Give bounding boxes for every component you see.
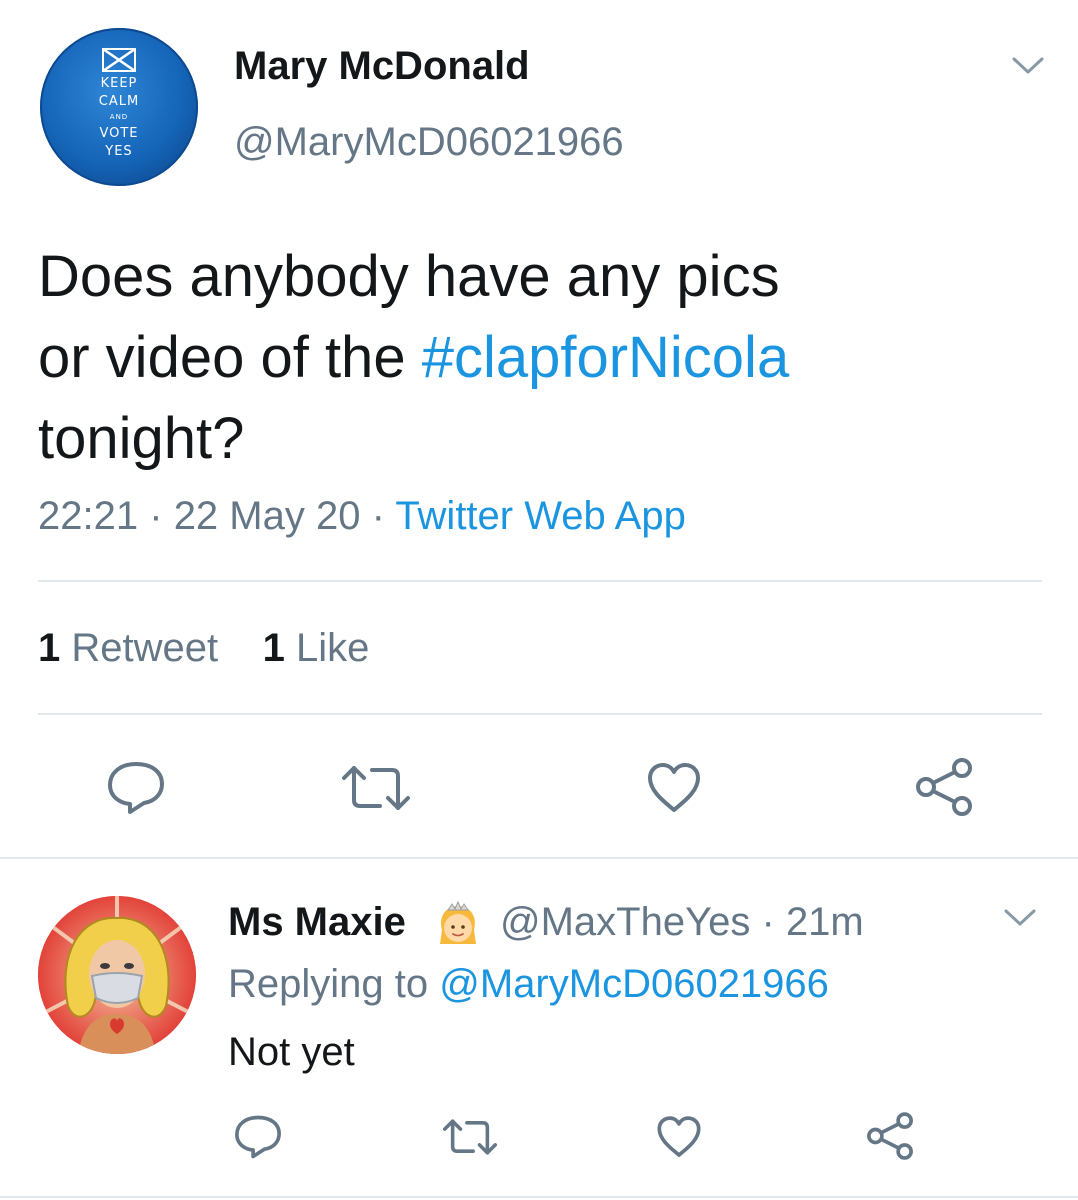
reply-icon[interactable] bbox=[232, 1114, 284, 1160]
divider bbox=[0, 857, 1078, 859]
tweet-text-line: Does anybody have any pics bbox=[38, 244, 780, 309]
replying-to: Replying to @MaryMcD06021966 bbox=[228, 962, 829, 1007]
divider bbox=[38, 580, 1042, 582]
chevron-down-icon[interactable] bbox=[1010, 54, 1046, 78]
reply-time-ago[interactable]: 21m bbox=[786, 900, 864, 944]
retweet-icon[interactable] bbox=[338, 762, 414, 814]
saltire-flag-icon bbox=[102, 48, 136, 72]
avatar-text-line: AND bbox=[109, 113, 129, 121]
avatar-illustration bbox=[38, 896, 196, 1054]
chevron-down-icon[interactable] bbox=[1002, 906, 1038, 930]
tweet-text-line: tonight? bbox=[38, 406, 245, 471]
like-icon[interactable] bbox=[644, 760, 704, 816]
tweet-meta: 22:21 · 22 May 20 · Twitter Web App bbox=[38, 494, 686, 539]
reply-author-handle[interactable]: @MaxTheYes bbox=[500, 900, 750, 944]
reply-handle-time: @MaxTheYes · 21m bbox=[500, 900, 864, 945]
retweets-stat[interactable]: 1 Retweet bbox=[38, 626, 218, 670]
avatar-text-line: YES bbox=[105, 144, 133, 159]
author-name[interactable]: Mary McDonald bbox=[234, 44, 530, 89]
retweet-icon[interactable] bbox=[440, 1116, 500, 1158]
retweet-count: 1 bbox=[38, 626, 61, 670]
meta-separator: · bbox=[371, 494, 385, 538]
tweet-date[interactable]: 22 May 20 bbox=[174, 494, 361, 538]
meta-separator: · bbox=[149, 494, 163, 538]
tweet-time[interactable]: 22:21 bbox=[38, 494, 138, 538]
meta-separator: · bbox=[761, 900, 775, 944]
share-icon[interactable] bbox=[912, 756, 976, 818]
princess-emoji-icon bbox=[440, 900, 476, 944]
hashtag-link[interactable]: #clapforNicola bbox=[422, 325, 790, 390]
likes-stat[interactable]: 1 Like bbox=[263, 626, 370, 670]
reply-author-name[interactable]: Ms Maxie bbox=[228, 900, 406, 945]
avatar-text-line: VOTE bbox=[99, 126, 139, 141]
avatar-text-line: KEEP bbox=[100, 76, 138, 91]
reply-author-avatar[interactable] bbox=[38, 896, 196, 1054]
avatar-text-line: CALM bbox=[98, 94, 140, 109]
divider bbox=[38, 713, 1042, 715]
share-icon[interactable] bbox=[864, 1110, 916, 1162]
author-avatar[interactable]: KEEP CALM AND VOTE YES bbox=[40, 28, 198, 186]
tweet-text-segment: or video of the bbox=[38, 325, 422, 390]
tweet-stats: 1 Retweet 1 Like bbox=[38, 626, 369, 671]
tweet-text: Does anybody have any pics or video of t… bbox=[38, 236, 1038, 479]
author-handle[interactable]: @MaryMcD06021966 bbox=[234, 120, 624, 165]
like-label: Like bbox=[295, 626, 370, 670]
tweet-text-line: or video of the #clapforNicola bbox=[38, 317, 1038, 398]
replying-to-mention[interactable]: @MaryMcD06021966 bbox=[439, 962, 829, 1006]
like-count: 1 bbox=[262, 626, 285, 670]
reply-text: Not yet bbox=[228, 1030, 355, 1074]
replying-to-label: Replying to bbox=[228, 962, 429, 1006]
reply-icon[interactable] bbox=[104, 760, 168, 816]
divider bbox=[0, 1196, 1078, 1198]
tweet-source-link[interactable]: Twitter Web App bbox=[395, 494, 686, 538]
retweet-label: Retweet bbox=[71, 626, 219, 670]
like-icon[interactable] bbox=[654, 1114, 704, 1160]
